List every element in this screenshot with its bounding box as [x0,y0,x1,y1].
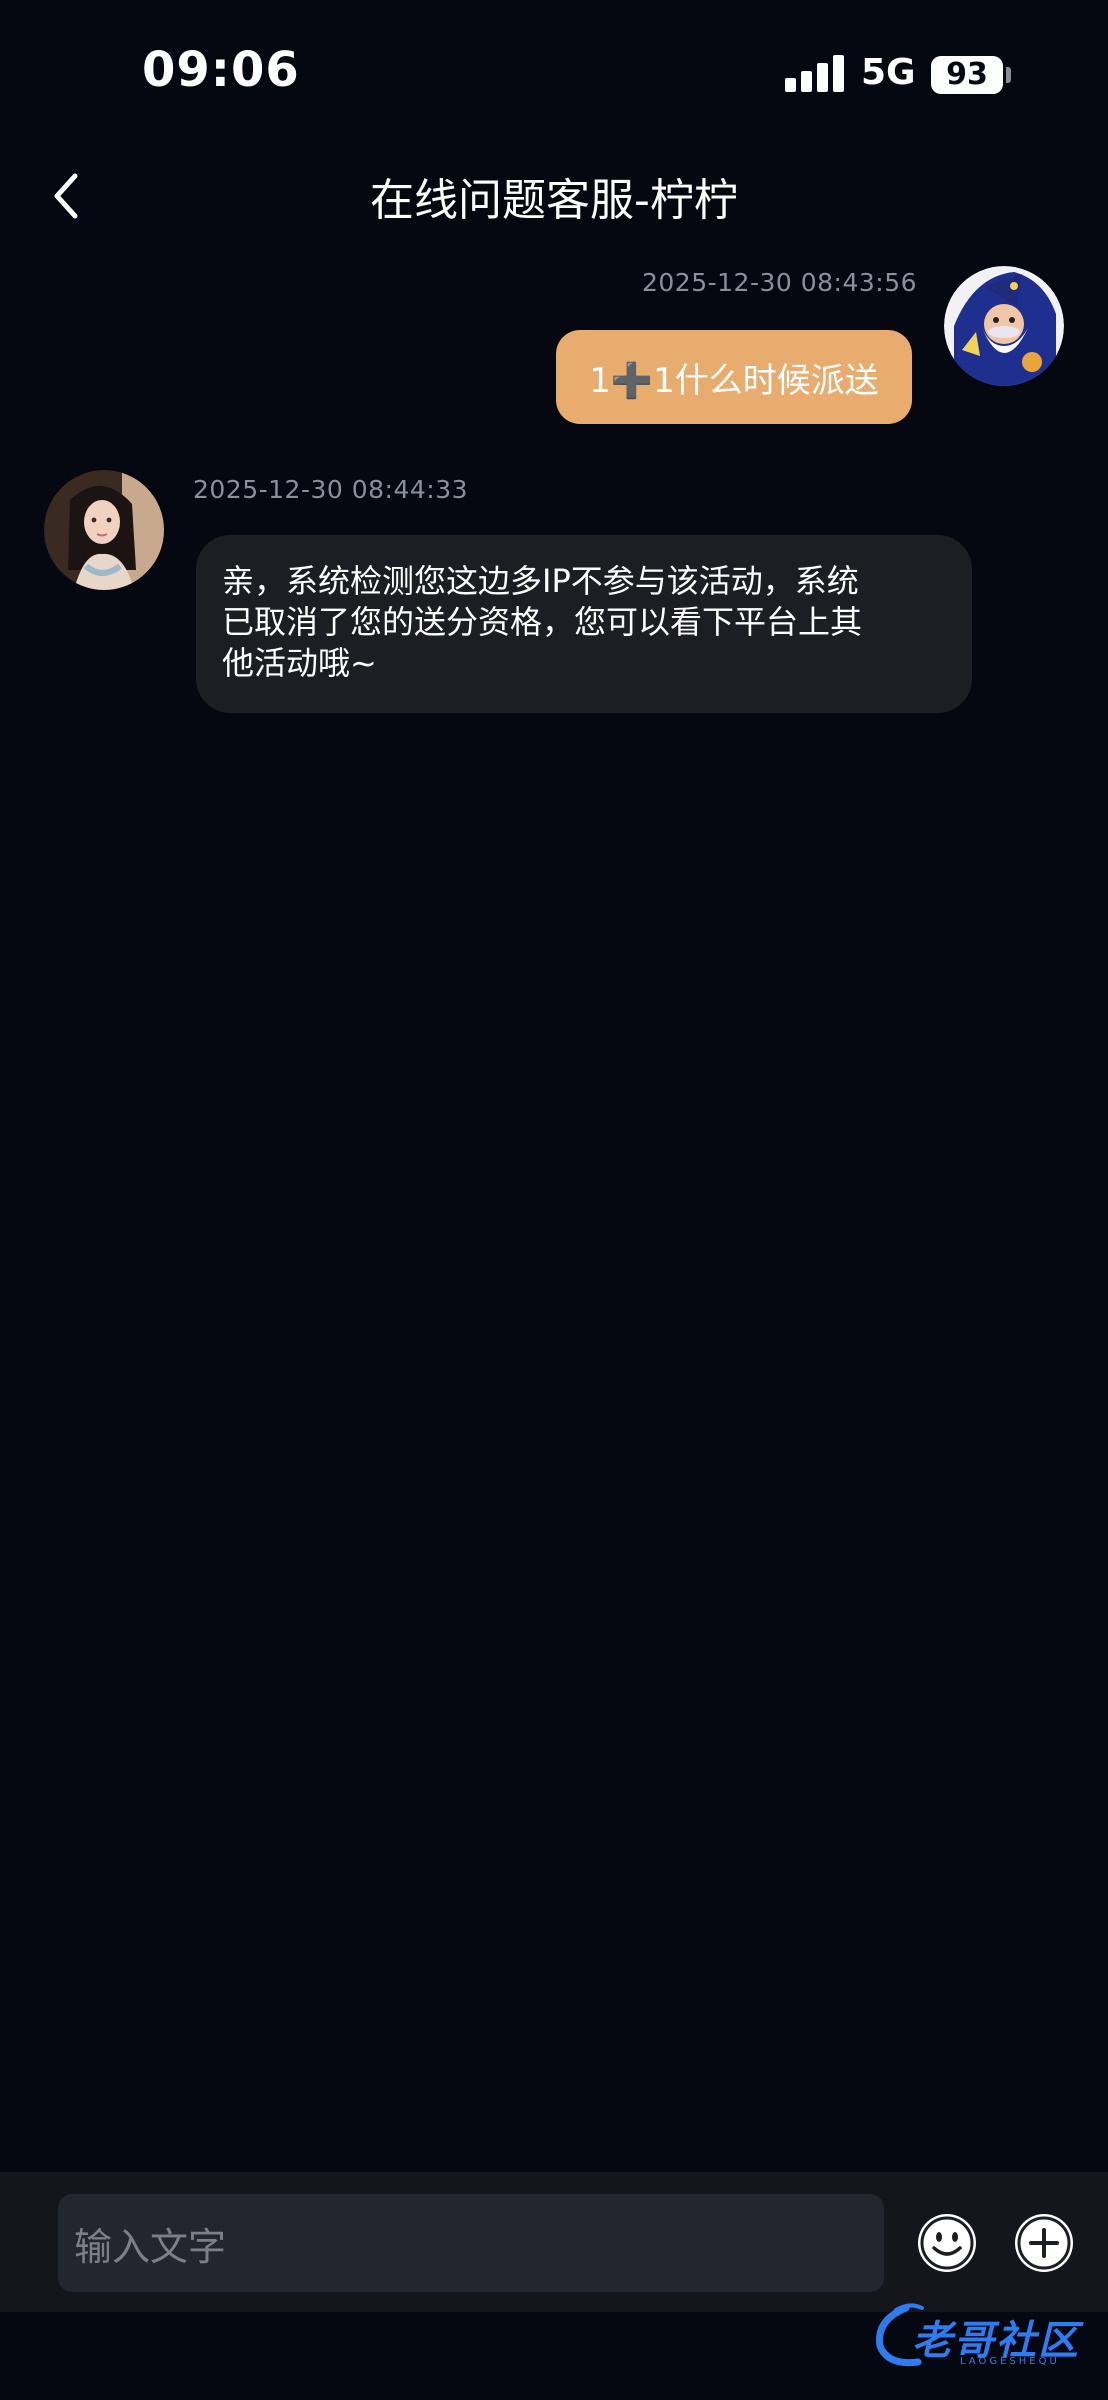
agent-avatar[interactable] [44,470,164,590]
plus-circle-icon [1015,2214,1073,2272]
watermark-subtitle: LAOGESHEQU [960,2356,1060,2367]
message-timestamp: 2025-12-30 08:43:56 [642,268,918,297]
chevron-left-icon [54,173,78,219]
incoming-message-bubble[interactable]: 亲，系统检测您这边多IP不参与该活动，系统 已取消了您的送分资格，您可以看下平台… [196,535,972,713]
chat-screen: 09:06 5G 93 在线问题客服-柠柠 2025-12-30 08:43:5… [0,0,1108,2400]
message-input[interactable]: 输入文字 [58,2194,884,2292]
battery-cap [1006,67,1011,83]
add-button[interactable] [1013,2212,1075,2274]
message-line: 亲，系统检测您这边多IP不参与该活动，系统 [222,562,859,600]
message-line: 已取消了您的送分资格，您可以看下平台上其 [222,603,863,641]
status-time: 09:06 [142,42,300,98]
message-line: 他活动哦~ [222,644,377,682]
signal-icon [785,54,845,92]
back-button[interactable] [38,160,94,232]
emoji-button[interactable] [916,2212,978,2274]
network-type: 5G [861,52,916,93]
user-avatar[interactable] [944,266,1064,386]
battery-level: 93 [946,57,988,92]
smiley-icon [918,2214,976,2272]
outgoing-message-bubble[interactable]: 1➕1什么时候派送 [556,330,912,424]
message-timestamp: 2025-12-30 08:44:33 [193,475,469,504]
battery-icon: 93 [931,56,1003,94]
wizard-avatar-icon [944,266,1064,386]
page-title: 在线问题客服-柠柠 [370,175,738,226]
agent-photo-icon [44,470,164,590]
